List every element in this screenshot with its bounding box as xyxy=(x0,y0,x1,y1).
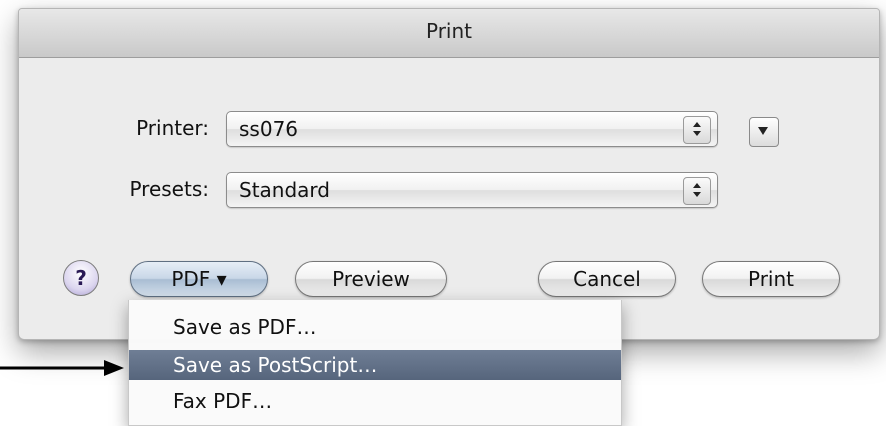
menu-item-fax-pdf[interactable]: Fax PDF… xyxy=(129,386,621,416)
menu-item-save-as-pdf[interactable]: Save as PDF… xyxy=(129,312,621,342)
printer-label: Printer: xyxy=(136,116,209,140)
printer-popup[interactable]: ss076 xyxy=(226,111,718,147)
print-button[interactable]: Print xyxy=(702,261,840,297)
presets-label: Presets: xyxy=(129,177,209,201)
pdf-button[interactable]: PDF ▾ xyxy=(130,261,268,297)
window-title: Print xyxy=(425,19,472,43)
title-bar: Print xyxy=(19,9,879,58)
up-down-arrows-icon xyxy=(683,116,711,144)
cancel-button[interactable]: Cancel xyxy=(538,261,676,297)
print-dialog: Print Printer: ss076 Presets: Standard ?… xyxy=(18,8,880,340)
help-button[interactable]: ? xyxy=(63,260,99,296)
right-arrow-icon xyxy=(0,360,124,376)
presets-value: Standard xyxy=(239,178,330,202)
triangle-down-icon xyxy=(758,127,768,135)
menu-item-save-as-postscript[interactable]: Save as PostScript… xyxy=(129,350,621,380)
printer-value: ss076 xyxy=(239,117,299,141)
details-disclosure-button[interactable] xyxy=(749,117,779,147)
pdf-menu: Save as PDF… Save as PostScript… Fax PDF… xyxy=(128,300,622,426)
preview-button[interactable]: Preview xyxy=(295,261,447,297)
up-down-arrows-icon xyxy=(683,177,711,205)
presets-popup[interactable]: Standard xyxy=(226,172,718,208)
